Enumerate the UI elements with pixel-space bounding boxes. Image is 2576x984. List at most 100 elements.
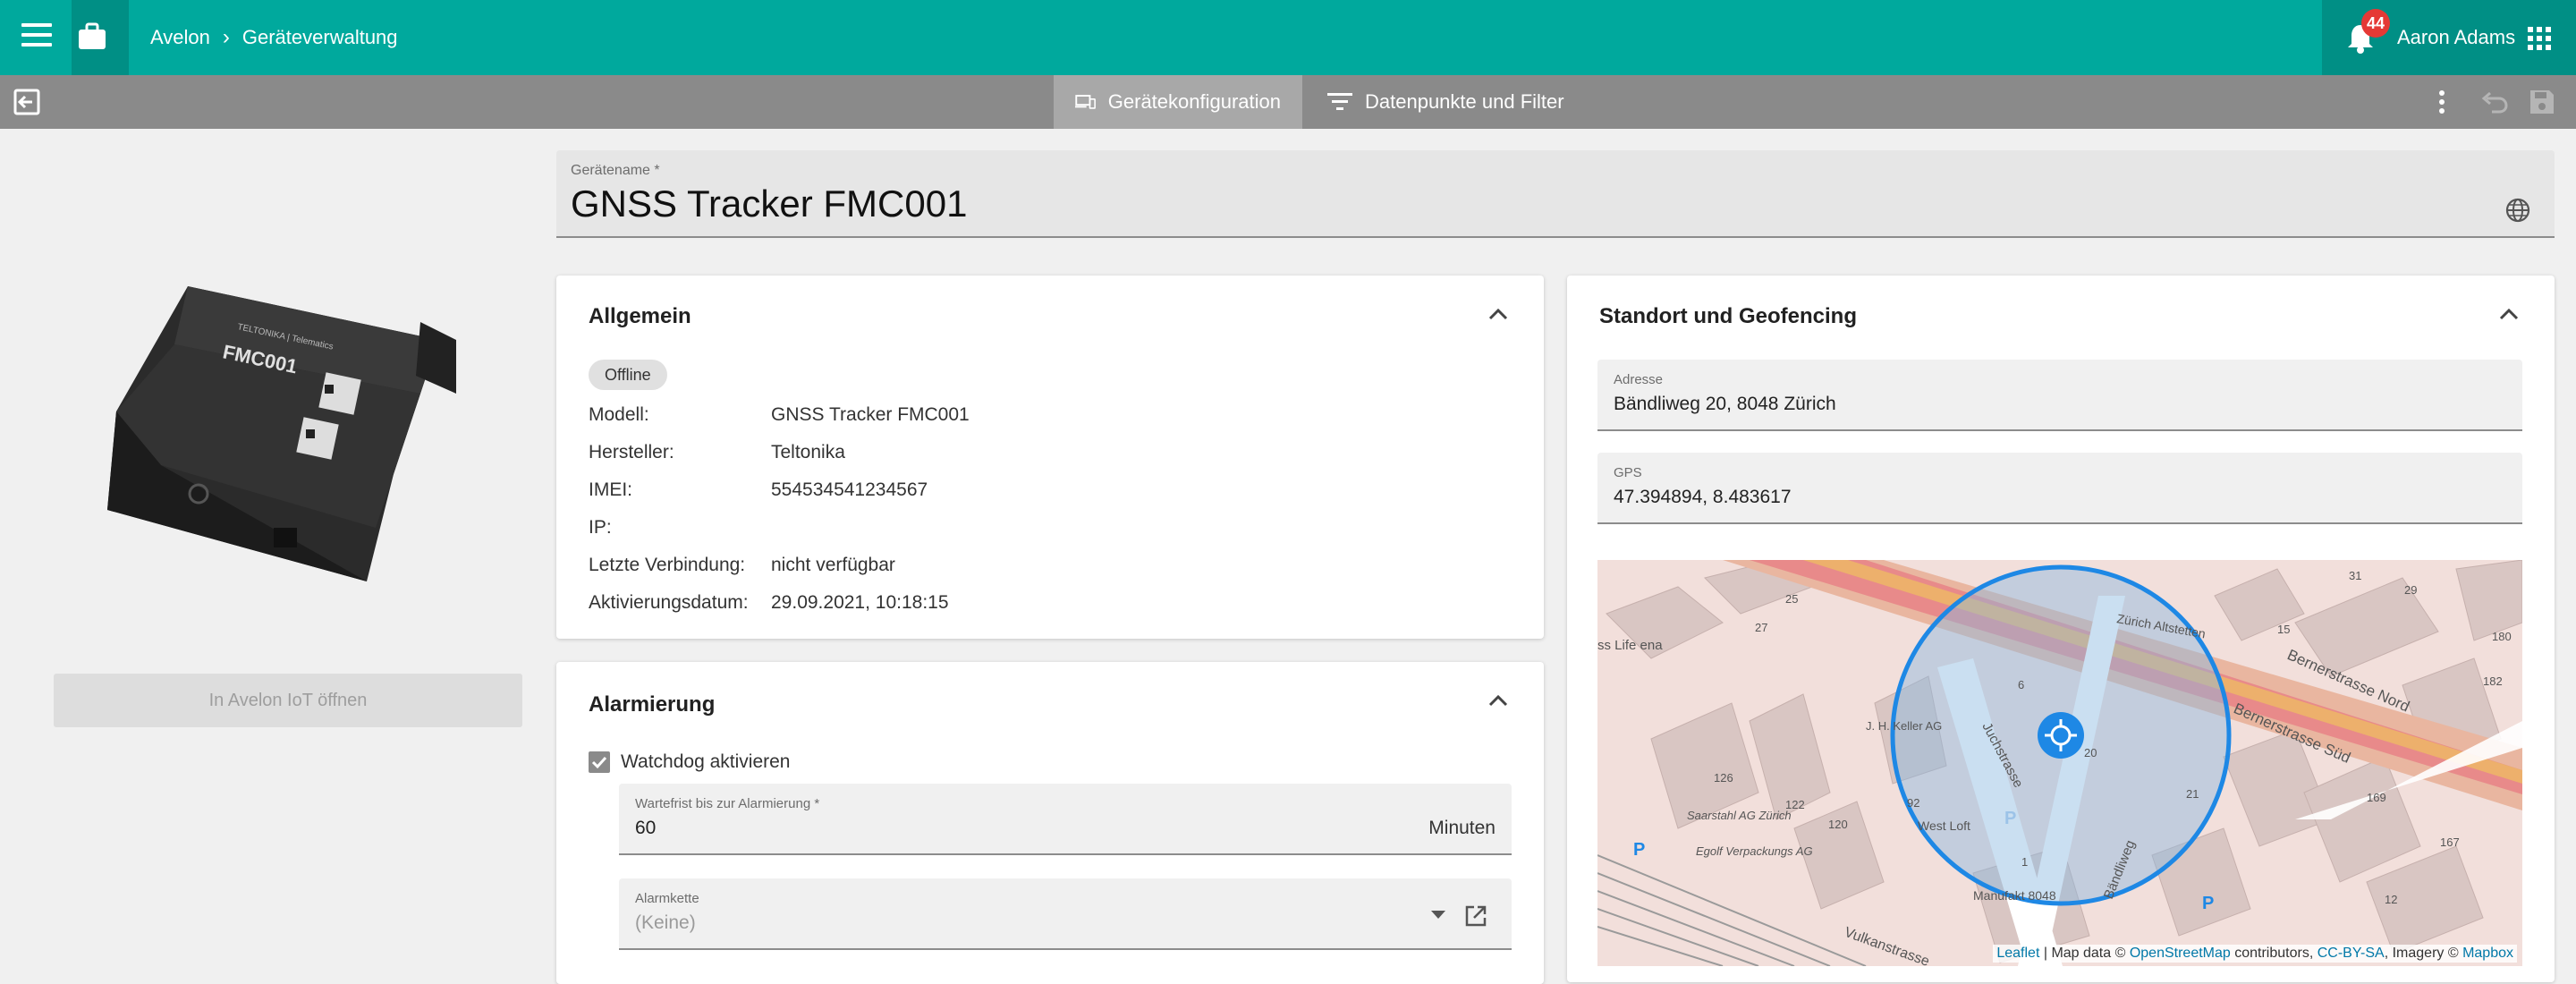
general-card: Allgemein Offline Modell: GNSS Tracker FM… bbox=[556, 276, 1544, 639]
parking-icon: P bbox=[2004, 809, 2016, 828]
alarm-chain-select[interactable]: Alarmkette (Keine) bbox=[619, 878, 1512, 950]
chevron-right-icon: › bbox=[222, 25, 230, 49]
dropdown-arrow-icon[interactable] bbox=[1431, 911, 1445, 919]
gps-field[interactable]: GPS 47.394894, 8.483617 bbox=[1597, 453, 2522, 524]
info-key: IP: bbox=[589, 517, 612, 538]
info-value: GNSS Tracker FMC001 bbox=[771, 404, 970, 425]
map-label: 169 bbox=[2367, 791, 2386, 804]
parking-icon: P bbox=[2202, 894, 2214, 913]
gps-label: GPS bbox=[1614, 465, 1642, 480]
breadcrumb-item-device-management[interactable]: Geräteverwaltung bbox=[242, 26, 398, 49]
address-input[interactable]: Bändliweg 20, 8048 Zürich bbox=[1614, 394, 1836, 415]
gps-input[interactable]: 47.394894, 8.483617 bbox=[1614, 487, 1792, 508]
briefcase-icon[interactable] bbox=[77, 21, 107, 52]
tab-datapoints-filter[interactable]: Datenpunkte und Filter bbox=[1306, 75, 1586, 129]
user-name[interactable]: Aaron Adams bbox=[2397, 26, 2515, 49]
tab-device-configuration[interactable]: Gerätekonfiguration bbox=[1054, 75, 1302, 129]
map-label: J. H. Keller AG bbox=[1866, 719, 1942, 733]
globe-icon[interactable] bbox=[2504, 197, 2531, 224]
device-name-input[interactable]: GNSS Tracker FMC001 bbox=[571, 182, 967, 225]
breadcrumb: Avelon › Geräteverwaltung bbox=[150, 25, 398, 50]
map-label: 180 bbox=[2492, 630, 2512, 643]
chevron-up-icon[interactable] bbox=[2499, 308, 2519, 320]
device-image: FMC001 TELTONIKA | Telematics bbox=[107, 286, 456, 581]
osm-link[interactable]: OpenStreetMap bbox=[2130, 946, 2231, 961]
chevron-up-icon[interactable] bbox=[1488, 694, 1508, 707]
info-value: Teltonika bbox=[771, 442, 845, 462]
info-key: Hersteller: bbox=[589, 442, 674, 462]
map-label: 126 bbox=[1714, 771, 1733, 785]
map-canvas[interactable]: P P P ss Life ena Bernerstrasse Nord Ber… bbox=[1597, 560, 2522, 966]
map-label: Egolf Verpackungs AG bbox=[1696, 844, 1813, 858]
undo-icon[interactable] bbox=[2479, 89, 2510, 115]
apps-grid-icon[interactable] bbox=[2528, 27, 2551, 50]
leaflet-link[interactable]: Leaflet bbox=[1996, 946, 2039, 961]
location-title: Standort und Geofencing bbox=[1599, 304, 1857, 328]
map-label: West Loft bbox=[1918, 819, 1970, 833]
alarm-card: Alarmierung Watchdog aktivieren Wartefri… bbox=[556, 662, 1544, 984]
map-label: 27 bbox=[1755, 621, 1767, 634]
map-label: 122 bbox=[1785, 798, 1805, 811]
wait-time-field[interactable]: Wartefrist bis zur Alarmierung * 60 Minu… bbox=[619, 784, 1512, 855]
devices-icon bbox=[1075, 95, 1096, 109]
breadcrumb-item-avelon[interactable]: Avelon bbox=[150, 26, 210, 49]
info-key: IMEI: bbox=[589, 479, 633, 500]
map-attribution: Leaflet | Map data © OpenStreetMap contr… bbox=[1993, 945, 2517, 963]
wait-time-input[interactable]: 60 bbox=[635, 818, 656, 839]
device-name-label: Gerätename * bbox=[571, 163, 660, 178]
info-value: 29.09.2021, 10:18:15 bbox=[771, 592, 949, 613]
map-label: 15 bbox=[2277, 623, 2290, 636]
general-title: Allgemein bbox=[589, 304, 691, 328]
alarm-title: Alarmierung bbox=[589, 692, 716, 717]
device-name-field[interactable]: Gerätename * GNSS Tracker FMC001 bbox=[556, 150, 2555, 238]
map-label: Saarstahl AG Zürich bbox=[1687, 809, 1792, 822]
attribution-text: contributors, bbox=[2230, 946, 2318, 961]
check-icon bbox=[591, 756, 607, 769]
open-in-avelon-iot-button[interactable]: In Avelon IoT öffnen bbox=[54, 674, 522, 727]
map-label: 6 bbox=[2018, 678, 2024, 691]
notification-badge: 44 bbox=[2361, 9, 2390, 38]
toolbar: Gerätekonfiguration Datenpunkte und Filt… bbox=[0, 75, 2576, 129]
chevron-up-icon[interactable] bbox=[1488, 308, 1508, 320]
map-label: 25 bbox=[1785, 592, 1798, 606]
map-label: ss Life ena bbox=[1597, 638, 1663, 653]
info-key: Letzte Verbindung: bbox=[589, 555, 746, 575]
watchdog-checkbox[interactable] bbox=[589, 751, 610, 773]
exit-icon[interactable] bbox=[13, 88, 41, 116]
map-label: 1 bbox=[2021, 855, 2028, 869]
address-label: Adresse bbox=[1614, 372, 1664, 387]
location-card: Standort und Geofencing Adresse Bändliwe… bbox=[1567, 276, 2555, 982]
info-key: Aktivierungsdatum: bbox=[589, 592, 749, 613]
map-label: 29 bbox=[2404, 583, 2417, 597]
save-icon[interactable] bbox=[2528, 88, 2556, 116]
info-value: 554534541234567 bbox=[771, 479, 928, 500]
app-bar: Avelon › Geräteverwaltung 44 Aaron Adams bbox=[0, 0, 2576, 75]
menu-icon[interactable] bbox=[21, 23, 52, 52]
map-label: 120 bbox=[1828, 818, 1848, 831]
watchdog-label[interactable]: Watchdog aktivieren bbox=[621, 751, 790, 773]
map-label: 20 bbox=[2084, 746, 2097, 759]
mapbox-link[interactable]: Mapbox bbox=[2462, 946, 2513, 961]
alarm-chain-label: Alarmkette bbox=[635, 891, 699, 906]
filter-icon bbox=[1327, 93, 1352, 110]
map-label: Manufakt 8048 bbox=[1973, 888, 2056, 903]
open-external-icon[interactable] bbox=[1463, 903, 1488, 929]
alarm-chain-value[interactable]: (Keine) bbox=[635, 912, 696, 934]
info-value: nicht verfügbar bbox=[771, 555, 895, 575]
map-label: 12 bbox=[2385, 893, 2397, 906]
cc-link[interactable]: CC-BY-SA bbox=[2318, 946, 2385, 961]
more-vert-icon[interactable] bbox=[2431, 88, 2453, 116]
status-badge: Offline bbox=[589, 360, 667, 390]
map-label: 182 bbox=[2483, 674, 2503, 688]
wait-time-label: Wartefrist bis zur Alarmierung * bbox=[635, 796, 820, 811]
map-label: 92 bbox=[1907, 796, 1919, 810]
attribution-text: , Imagery © bbox=[2384, 946, 2463, 961]
tab-label: Gerätekonfiguration bbox=[1107, 90, 1281, 113]
map-label: 21 bbox=[2186, 787, 2199, 801]
map[interactable]: P P P ss Life ena Bernerstrasse Nord Ber… bbox=[1597, 560, 2522, 966]
address-field[interactable]: Adresse Bändliweg 20, 8048 Zürich bbox=[1597, 360, 2522, 431]
tab-label: Datenpunkte und Filter bbox=[1365, 90, 1564, 113]
attribution-text: | Map data © bbox=[2039, 946, 2130, 961]
wait-time-unit: Minuten bbox=[1428, 818, 1496, 838]
info-key: Modell: bbox=[589, 404, 649, 425]
